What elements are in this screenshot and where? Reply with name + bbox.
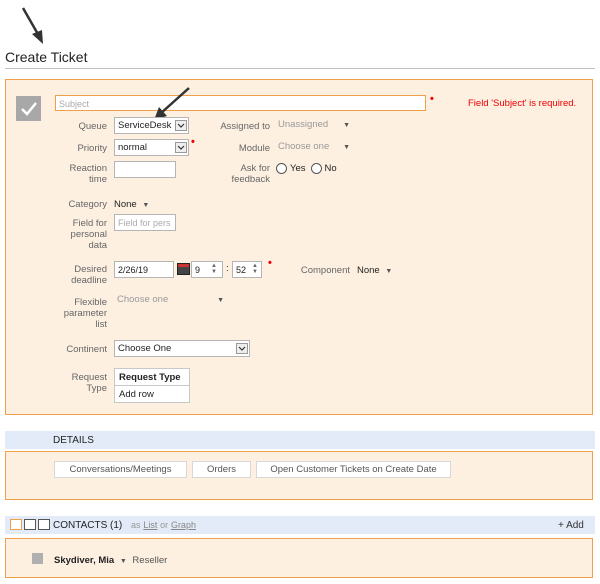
- subject-error: Field 'Subject' is required.: [468, 98, 577, 109]
- subject-required-marker: •: [430, 93, 434, 105]
- tab-open-customer-tickets[interactable]: Open Customer Tickets on Create Date: [256, 461, 451, 478]
- assigned-to-label: Assigned to: [220, 121, 270, 132]
- flexible-label-line: list: [95, 319, 107, 330]
- calendar-icon-header: [178, 264, 189, 267]
- priority-label: Priority: [77, 143, 107, 154]
- feedback-radio-group: Yes No: [276, 163, 337, 174]
- title-divider: [5, 68, 595, 69]
- hour-spinner-icon[interactable]: ▲ ▼: [211, 263, 217, 275]
- contacts-as-text: as: [131, 520, 141, 530]
- contacts-or-text: or: [160, 520, 169, 530]
- reaction-time-label-line: Reaction: [69, 163, 108, 174]
- card-view-icon[interactable]: [10, 519, 22, 530]
- continent-value: Choose One: [118, 343, 172, 354]
- chevron-down-icon[interactable]: [236, 343, 248, 354]
- list-view-icon[interactable]: [24, 519, 36, 530]
- subject-input[interactable]: Subject: [55, 95, 426, 111]
- chevron-down-icon: ▼: [142, 202, 150, 209]
- assigned-to-select[interactable]: Unassigned ▼: [275, 117, 352, 134]
- deadline-label-line: Desired: [74, 264, 107, 275]
- chevron-down-icon: ▼: [385, 268, 393, 275]
- tab-conversations-meetings[interactable]: Conversations/Meetings: [54, 461, 187, 478]
- priority-value: normal: [118, 142, 148, 153]
- deadline-required-marker: •: [268, 257, 272, 269]
- radio-yes-label: Yes: [290, 163, 306, 174]
- personal-data-label-line: personal: [70, 229, 107, 240]
- deadline-hour-value: 9: [195, 265, 201, 275]
- minute-spinner-icon[interactable]: ▲ ▼: [252, 263, 258, 275]
- contact-avatar-icon: [32, 553, 43, 564]
- reaction-time-label-line: time: [89, 174, 107, 185]
- radio-no[interactable]: [310, 163, 322, 174]
- deadline-date-input[interactable]: 2/26/19: [114, 261, 174, 278]
- ask-feedback-label-line: Ask for: [240, 163, 270, 174]
- reaction-time-input[interactable]: [114, 161, 176, 178]
- request-type-label-line: Type: [86, 383, 107, 394]
- chevron-down-icon[interactable]: [175, 142, 187, 153]
- page-title: Create Ticket: [5, 49, 88, 65]
- calendar-icon[interactable]: [177, 263, 190, 275]
- personal-data-label: Field for personal data: [55, 218, 107, 251]
- component-select[interactable]: None ▼: [357, 265, 392, 276]
- contacts-view-icons[interactable]: [10, 519, 50, 530]
- contact-item[interactable]: Skydiver, Mia ▼ Reseller: [54, 555, 167, 566]
- personal-data-label-line: Field for: [72, 218, 107, 229]
- deadline-label: Desired deadline: [55, 264, 107, 286]
- chevron-down-icon: ▼: [343, 144, 350, 151]
- details-title: DETAILS: [53, 435, 94, 446]
- contact-role: Reseller: [132, 555, 168, 566]
- chevron-down-icon[interactable]: ▼: [120, 558, 127, 565]
- module-label: Module: [238, 143, 270, 154]
- module-select[interactable]: Choose one ▼: [275, 139, 352, 156]
- continent-select[interactable]: Choose One: [114, 340, 250, 357]
- ask-feedback-label-line: feedback: [231, 174, 270, 185]
- contacts-graph-link[interactable]: Graph: [171, 520, 196, 530]
- add-row-button[interactable]: Add row: [114, 385, 190, 403]
- queue-label: Queue: [78, 121, 107, 132]
- chevron-down-icon: ▼: [217, 297, 224, 304]
- ticket-checkbox-icon: [16, 96, 41, 121]
- ask-feedback-label: Ask for feedback: [210, 163, 270, 185]
- radio-no-label: No: [324, 163, 337, 174]
- tab-orders[interactable]: Orders: [192, 461, 251, 478]
- add-contact-button[interactable]: + Add: [558, 520, 584, 531]
- contacts-list-link[interactable]: List: [143, 520, 157, 530]
- component-label: Component: [300, 265, 350, 276]
- continent-label: Continent: [66, 344, 107, 355]
- deadline-minute-value: 52: [236, 265, 247, 275]
- personal-data-label-line: data: [88, 240, 108, 251]
- deadline-hour-input[interactable]: 9: [191, 261, 223, 278]
- contacts-title-row: CONTACTS (1) as List or Graph: [53, 520, 196, 531]
- flexible-label-line: Flexible: [74, 297, 107, 308]
- request-type-header: Request Type: [114, 368, 190, 386]
- category-value: None: [114, 199, 137, 210]
- component-value: None: [357, 265, 380, 276]
- flexible-label-line: parameter: [63, 308, 107, 319]
- flexible-select[interactable]: Choose one ▼: [114, 292, 226, 309]
- priority-required-marker: •: [191, 136, 195, 148]
- category-select[interactable]: None ▼: [114, 199, 149, 210]
- table-view-icon[interactable]: [38, 519, 50, 530]
- module-value: Choose one: [278, 141, 330, 152]
- queue-value: ServiceDesk: [118, 120, 172, 131]
- contacts-title: CONTACTS (1): [53, 520, 123, 531]
- request-type-label-line: Request: [71, 372, 107, 383]
- time-separator: :: [226, 263, 229, 274]
- chevron-down-icon[interactable]: [175, 120, 187, 131]
- radio-yes[interactable]: [276, 163, 287, 174]
- category-label: Category: [68, 199, 107, 210]
- personal-data-input[interactable]: Field for pers: [114, 214, 176, 231]
- request-type-label: Request Type: [55, 372, 107, 394]
- reaction-time-label: Reaction time: [55, 163, 108, 185]
- request-type-table: Request Type Add row: [114, 368, 190, 403]
- assigned-to-value: Unassigned: [278, 119, 329, 130]
- chevron-down-icon: ▼: [343, 122, 350, 129]
- deadline-label-line: deadline: [71, 275, 107, 286]
- flexible-label: Flexible parameter list: [55, 297, 107, 330]
- flexible-value: Choose one: [117, 294, 169, 305]
- annotation-arrow-icon: [21, 7, 43, 44]
- contact-name: Skydiver, Mia: [54, 555, 115, 566]
